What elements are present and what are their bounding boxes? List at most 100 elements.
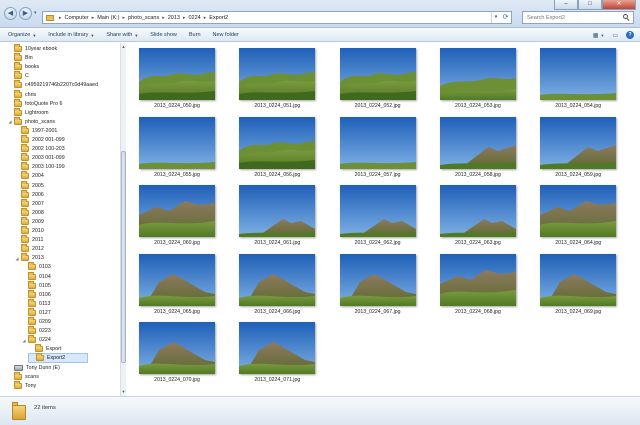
maximize-icon[interactable]: □ (578, 0, 602, 10)
folder-icon (21, 216, 29, 225)
file-thumbnail[interactable]: 2013_0224_061.jpg (232, 180, 322, 252)
file-name: 2013_0224_071.jpg (254, 377, 301, 383)
tree-item-label: Export (46, 346, 62, 353)
file-thumbnail[interactable]: 2013_0224_053.jpg (433, 43, 523, 115)
file-thumbnail[interactable]: 2013_0224_062.jpg (333, 180, 423, 252)
file-thumbnail[interactable]: 2013_0224_056.jpg (232, 112, 322, 184)
change-view-icon[interactable]: ▦ (593, 32, 599, 39)
tree-item-label: Tony Dunn (E) (26, 364, 60, 371)
file-thumbnail[interactable]: 2013_0224_063.jpg (433, 180, 523, 252)
tree-item-label: 2011 (32, 237, 44, 244)
expand-arrow-icon[interactable]: ◢ (21, 338, 27, 343)
file-name: 2013_0224_059.jpg (555, 171, 602, 178)
folder-icon (21, 153, 29, 162)
navigation-pane[interactable]: 10year ebook Bin books Cc4959219746b2207c0d… (0, 43, 126, 396)
view-options-dropdown-icon[interactable]: ▼ (600, 33, 604, 38)
file-thumbnail[interactable]: 2013_0224_066.jpg (232, 249, 322, 321)
search-box[interactable] (522, 11, 634, 24)
file-thumbnail[interactable]: 2013_0224_057.jpg (333, 112, 423, 184)
folder-icon (21, 180, 29, 189)
folder-icon (21, 235, 29, 244)
file-thumbnail[interactable]: 2013_0224_052.jpg (333, 43, 423, 115)
file-thumbnail[interactable]: 2013_0224_071.jpg (232, 317, 322, 389)
folder-icon (28, 271, 36, 280)
refresh-icon[interactable]: ⟳ (500, 12, 511, 23)
include-in-library-button[interactable]: Include in library ▼ (48, 32, 94, 38)
navigation-scrollbar[interactable]: ▲ ▼ (120, 43, 126, 396)
preview-pane-icon[interactable]: ▭ (612, 32, 618, 39)
include-label: Include in library (48, 32, 89, 38)
photo-preview (239, 185, 316, 237)
search-input[interactable] (527, 14, 621, 21)
file-thumbnail[interactable]: 2013_0224_059.jpg (533, 112, 623, 184)
file-thumbnail[interactable]: 2013_0224_065.jpg (132, 249, 222, 321)
file-name: 2013_0224_058.jpg (454, 171, 501, 178)
file-thumbnail[interactable]: 2013_0224_058.jpg (433, 112, 523, 184)
expand-arrow-icon[interactable]: ◢ (14, 256, 20, 261)
file-thumbnail[interactable]: 2013_0224_069.jpg (533, 249, 623, 321)
file-thumbnail[interactable]: 2013_0224_068.jpg (433, 249, 523, 321)
file-list[interactable]: 2013_0224_050.jpg 2013_0224_051.jpg 2013… (127, 43, 640, 396)
breadcrumb-sep-icon[interactable]: ▸ (56, 15, 65, 21)
photo-preview (139, 116, 215, 169)
expand-arrow-icon[interactable]: ◢ (7, 119, 13, 124)
address-bar[interactable]: ▸ Computer ▸ Main (K:) ▸ photo_scans ▸ 2013… (42, 11, 512, 24)
forward-arrow-icon[interactable]: ▶ (19, 7, 32, 20)
folder-icon (28, 335, 36, 344)
file-thumbnail[interactable]: 2013_0224_070.jpg (132, 317, 222, 389)
file-name: 2013_0224_062.jpg (354, 240, 401, 246)
file-name: 2013_0224_061.jpg (254, 240, 301, 246)
minimize-icon[interactable]: – (554, 0, 578, 10)
organize-label: Organize (8, 32, 31, 38)
new-folder-button[interactable]: New folder (213, 32, 239, 38)
folder-icon (46, 14, 54, 21)
tree-item-label: 0127 (39, 309, 51, 316)
photo-preview (139, 253, 215, 306)
scroll-down-icon[interactable]: ▼ (121, 389, 126, 395)
recent-pages-dropdown-icon[interactable]: ▾ (34, 10, 37, 16)
tree-item-label: 2005 (32, 182, 44, 189)
share-with-button[interactable]: Share with ▼ (106, 32, 138, 38)
burn-button[interactable]: Burn (189, 32, 201, 38)
tree-item-label: 2007 (32, 200, 44, 207)
organize-button[interactable]: Organize ▼ (8, 32, 36, 38)
slide-show-button[interactable]: Slide show (150, 32, 177, 38)
search-icon[interactable] (623, 14, 630, 21)
folder-icon (28, 262, 36, 271)
scrollbar-thumb[interactable] (121, 151, 126, 363)
breadcrumb-computer[interactable]: Computer ▸ (65, 15, 98, 21)
breadcrumb-0224[interactable]: 0224 ▸ (189, 15, 210, 21)
back-arrow-icon[interactable]: ◀ (4, 7, 17, 20)
folder-icon (14, 98, 22, 107)
tree-item-label: 2012 (32, 246, 44, 253)
file-thumbnail[interactable]: 2013_0224_050.jpg (132, 43, 222, 115)
photo-preview (339, 116, 416, 169)
file-thumbnail[interactable]: 2013_0224_064.jpg (533, 180, 623, 252)
breadcrumb-photo-scans[interactable]: photo_scans ▸ (128, 15, 168, 21)
file-thumbnail[interactable]: 2013_0224_054.jpg (533, 43, 623, 115)
scroll-up-icon[interactable]: ▲ (121, 44, 126, 50)
tree-item-label: fotoQuote Pro 6 (25, 100, 63, 107)
folder-icon (21, 226, 29, 234)
help-icon[interactable]: ? (626, 31, 634, 39)
breadcrumb-main-drive[interactable]: Main (K:) ▸ (97, 15, 128, 21)
file-thumbnail[interactable]: 2013_0224_051.jpg (232, 43, 322, 115)
photo-preview (339, 185, 416, 237)
breadcrumb-2013[interactable]: 2013 ▸ (168, 15, 189, 21)
tree-item-label: 2002 100-203 (32, 146, 65, 153)
tree-item[interactable]: Tony (7, 380, 36, 391)
breadcrumb-label: Export2 (209, 14, 229, 21)
file-thumbnail[interactable]: 2013_0224_055.jpg (132, 112, 222, 184)
file-thumbnail[interactable]: 2013_0224_067.jpg (333, 249, 423, 321)
folder-icon (28, 280, 36, 289)
file-name: 2013_0224_051.jpg (254, 103, 301, 109)
chevron-down-icon: ▼ (32, 32, 37, 38)
breadcrumb-label: photo_scans (128, 14, 160, 21)
breadcrumb-export2[interactable]: Export2 (209, 15, 228, 21)
close-icon[interactable]: ✕ (602, 0, 636, 10)
photo-preview (339, 253, 416, 306)
photo-preview (439, 253, 516, 306)
file-thumbnail[interactable]: 2013_0224_060.jpg (132, 180, 222, 252)
photo-preview (239, 116, 316, 169)
address-history-dropdown-icon[interactable]: ▾ (491, 12, 500, 23)
